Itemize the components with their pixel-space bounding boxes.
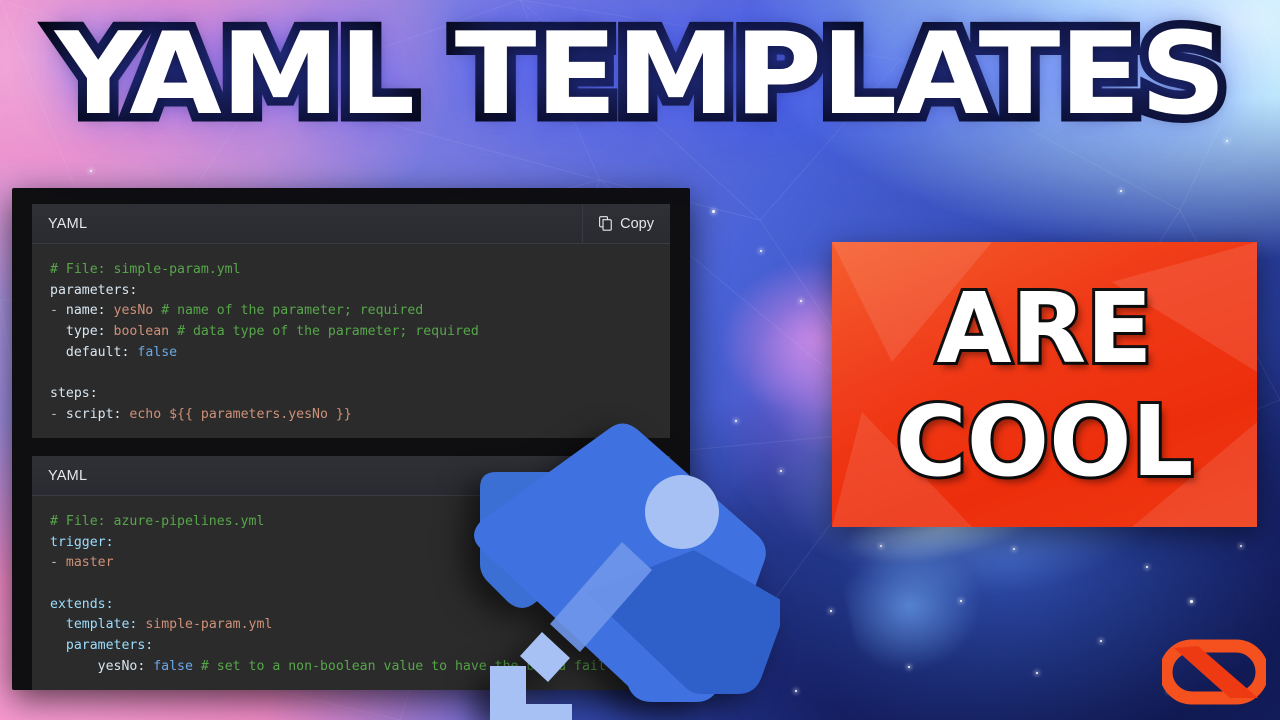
code-token: # File: simple-param.yml [50,262,241,277]
code-token: type: [65,324,106,340]
code-token: - [50,406,66,422]
copy-button-1[interactable]: Copy [582,203,670,244]
code-block-1: YAML Copy # File: simple-param.yml parame… [32,203,670,438]
azure-devops-l-block [490,666,572,720]
code-token: extends: [50,596,114,612]
code-line: - name: yesNo # name of the parameter; r… [50,301,670,322]
code-token: parameters: [50,282,138,298]
code-token: false [137,344,178,360]
code-token: false [153,658,193,674]
code-token: # data type of the parameter; required [177,324,479,340]
copy-button-1-label: Copy [620,215,654,232]
code-token: default: [65,344,130,360]
code-token: yesNo: [97,658,146,674]
code-token: steps: [50,386,98,402]
callout-box: ARE COOL [832,242,1257,527]
code-token: master [65,555,114,571]
code-block-1-language-label: YAML [48,215,88,232]
azure-devops-dot [645,475,719,549]
code-line: default: false [50,343,670,364]
azure-devops-logo [474,423,780,720]
brand-logo [1162,639,1266,705]
code-block-1-header: YAML Copy [32,203,670,244]
code-token: - [50,303,66,319]
code-line: type: boolean # data type of the paramet… [50,322,670,343]
code-token: echo ${{ parameters.yesNo }} [129,406,352,422]
code-token: simple-param.yml [145,617,273,633]
code-token: # File: azure-pipelines.yml [50,514,265,529]
code-token: # name of the parameter; required [161,303,424,319]
copy-icon [599,216,612,231]
code-token: name: [65,303,106,319]
code-token: yesNo [113,303,154,319]
code-token: boolean [113,324,170,340]
azure-devops-stripe-tip [520,632,570,682]
callout-line-1: ARE [933,271,1155,385]
code-token: parameters: [65,638,154,654]
code-block-1-body: # File: simple-param.yml parameters: - nam… [32,244,670,438]
code-line: # File: simple-param.yml [50,260,670,281]
code-line: parameters: [50,281,670,302]
code-token: script: [65,406,122,422]
code-line: steps: [50,384,670,405]
code-token: - [50,555,66,571]
code-block-2-language-label: YAML [48,467,88,484]
code-token: template: [65,617,138,633]
callout-line-2: COOL [893,384,1197,498]
code-token: trigger: [50,534,114,550]
